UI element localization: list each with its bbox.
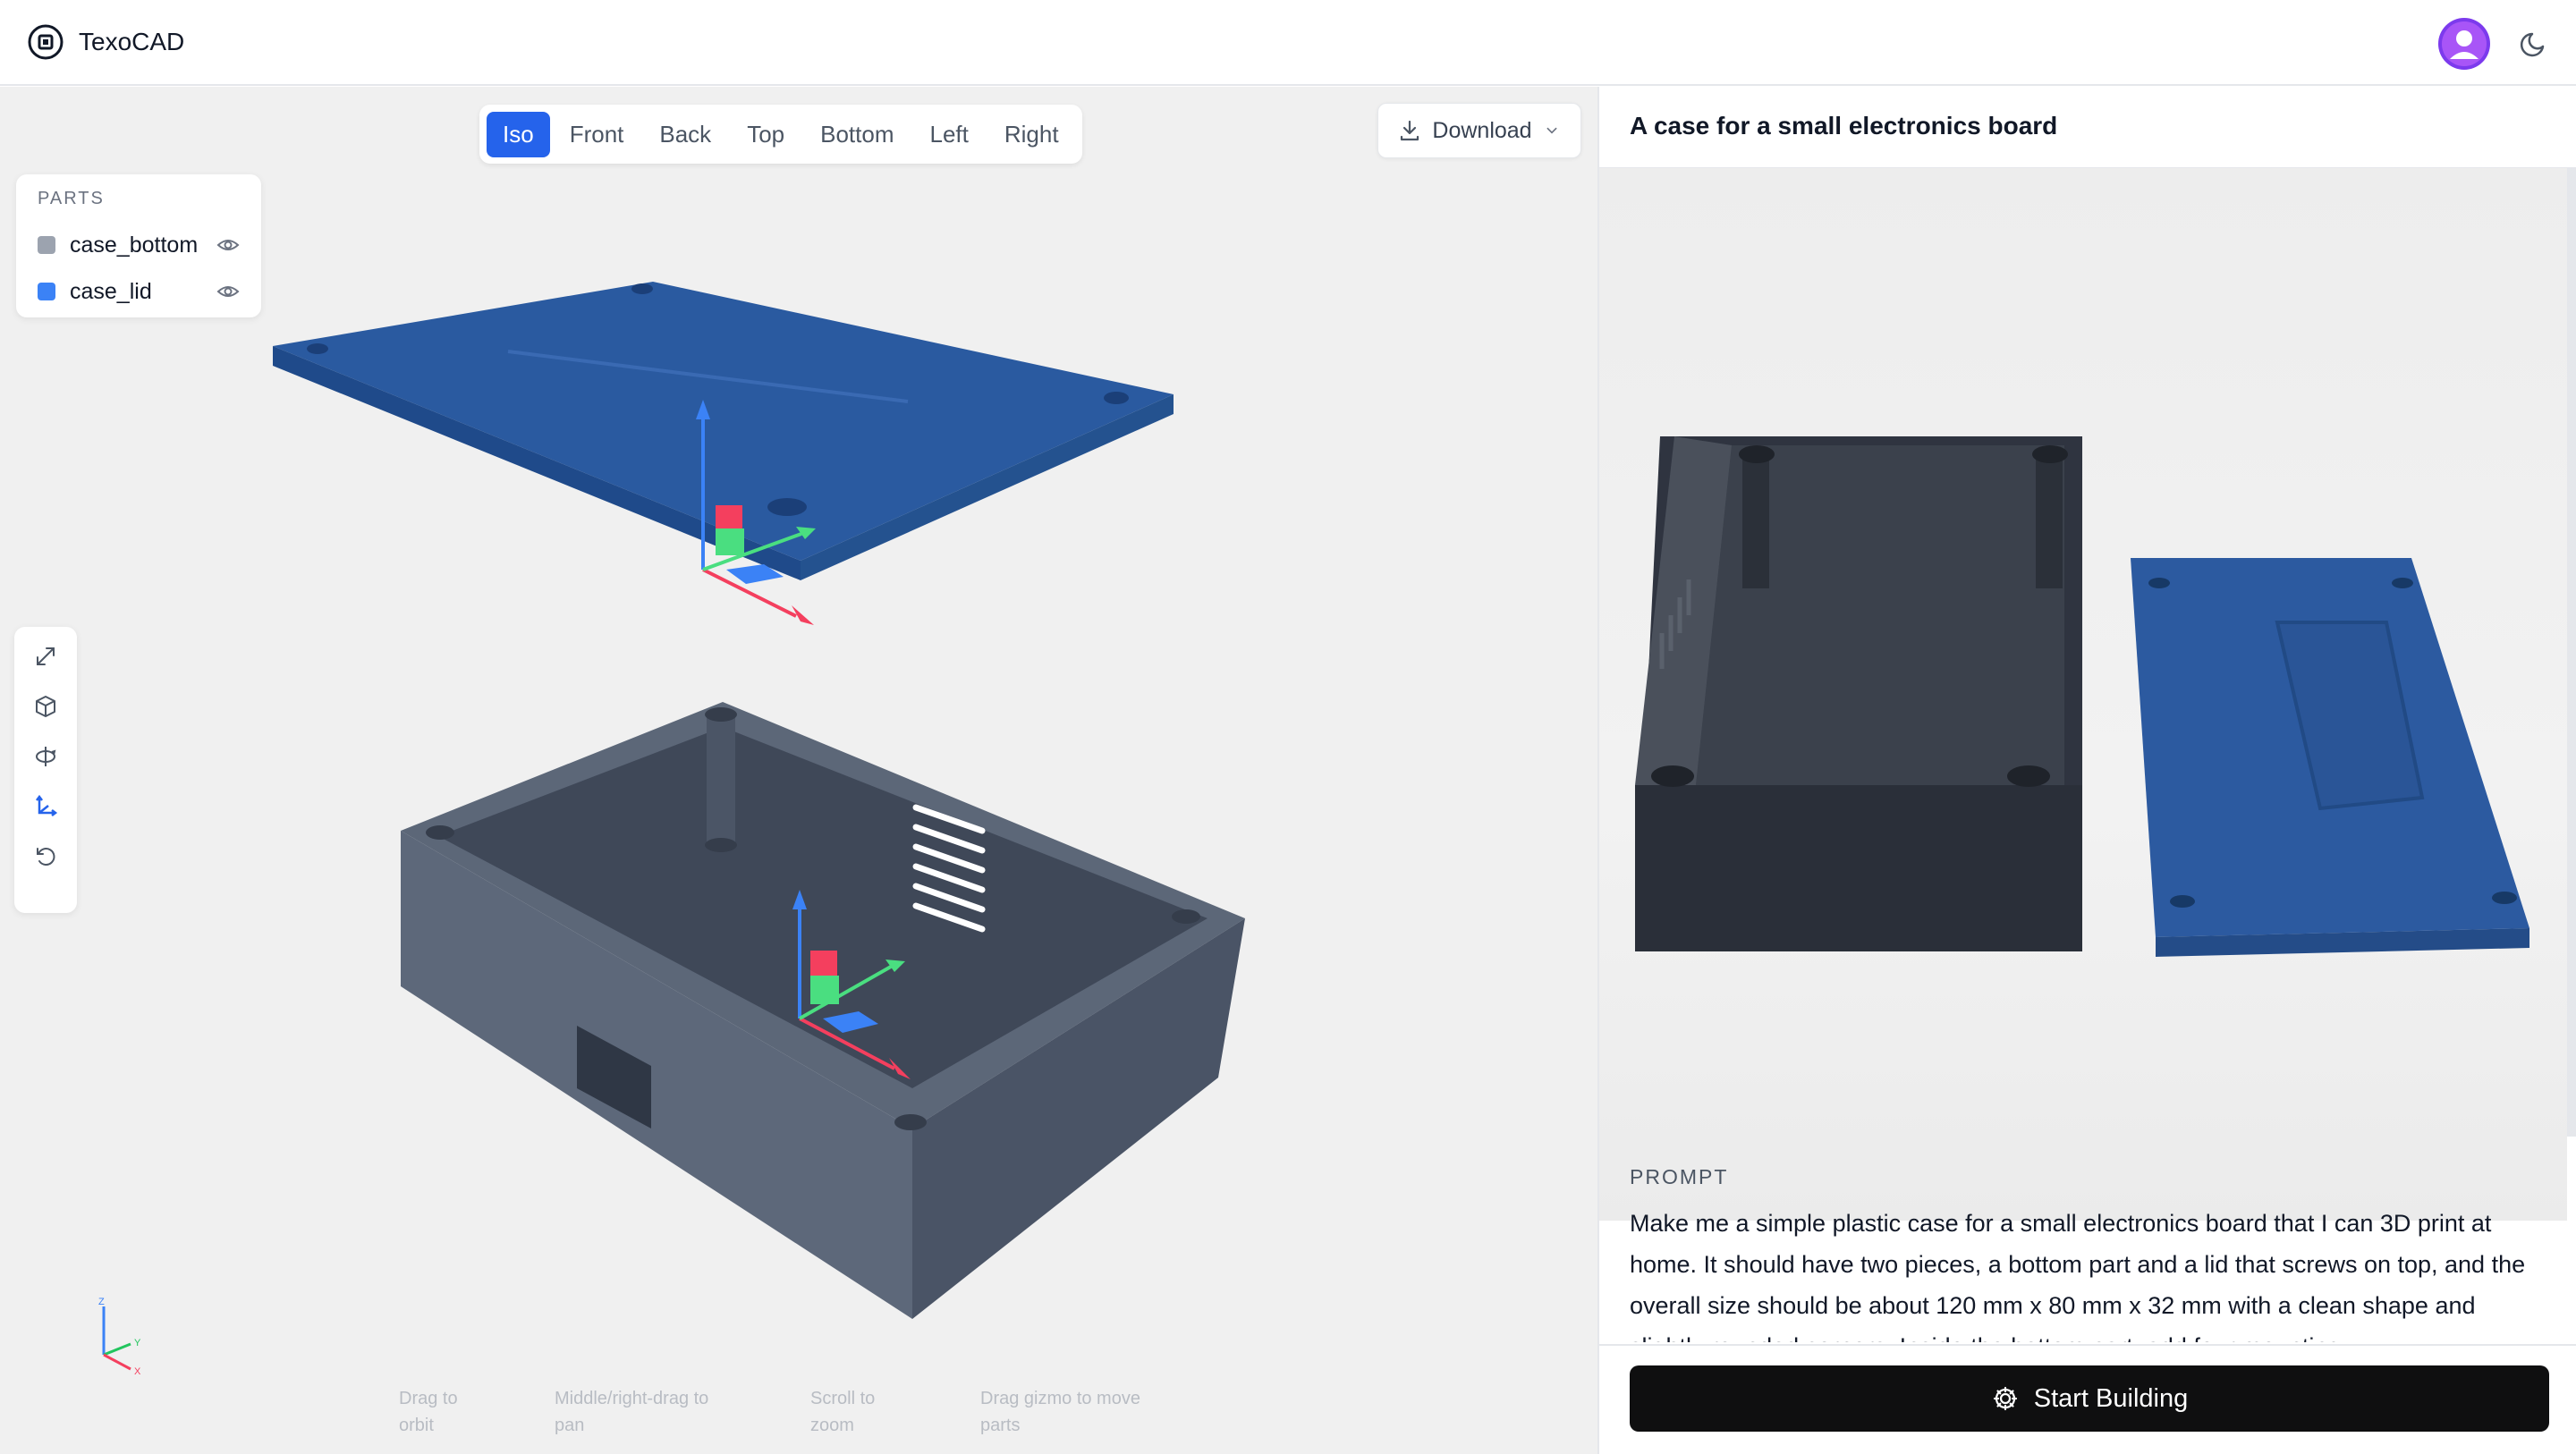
part-row-case-lid[interactable]: case_lid: [38, 268, 240, 315]
reference-render: [1635, 436, 2529, 957]
axes-icon: [36, 794, 58, 816]
part-row-case-bottom[interactable]: case_bottom: [38, 222, 240, 268]
tab-top[interactable]: Top: [731, 112, 801, 157]
cube-view-button[interactable]: [29, 689, 63, 723]
start-building-label: Start Building: [2033, 1383, 2189, 1413]
eye-icon[interactable]: [216, 280, 240, 303]
interaction-hints: Drag to orbit Middle/right-drag to pan Scr…: [399, 1385, 1195, 1439]
download-label: Download: [1432, 117, 1532, 143]
panel-scrollbar[interactable]: [2567, 167, 2576, 1137]
moon-icon[interactable]: [2519, 27, 2551, 59]
tab-bottom[interactable]: Bottom: [804, 112, 910, 157]
panel-title: A case for a small electronics board: [1630, 112, 2058, 139]
brand[interactable]: TexoCAD: [27, 23, 184, 61]
eye-icon[interactable]: [216, 233, 240, 257]
parts-title: PARTS: [38, 189, 105, 208]
axis-z-label: Z: [98, 1297, 105, 1307]
action-bar: Start Building: [1599, 1344, 2576, 1454]
details-panel: A case for a small electronics board PRO…: [1597, 87, 2576, 1454]
part-name: case_lid: [70, 278, 152, 304]
hint-pan: Middle/right-drag to pan: [555, 1389, 709, 1435]
part-color-swatch: [38, 283, 55, 300]
case-bottom-model[interactable]: [401, 702, 1245, 1414]
expand-button[interactable]: [29, 639, 63, 673]
axis-x-label: X: [134, 1366, 141, 1376]
download-icon: [1401, 120, 1419, 141]
view-tabs: Iso Front Back Top Bottom Left Right: [479, 105, 1082, 164]
hint-orbit: Drag to orbit: [399, 1389, 458, 1435]
orbit-icon: [36, 747, 56, 766]
hint-zoom: Scroll to zoom: [810, 1389, 876, 1435]
reset-icon: [37, 848, 55, 866]
orbit-button[interactable]: [29, 740, 63, 773]
reset-view-button[interactable]: [29, 840, 63, 874]
prompt-label: PROMPT: [1630, 1165, 1729, 1188]
tab-back[interactable]: Back: [643, 112, 727, 157]
parts-panel: PARTS case_bottom case_lid: [16, 174, 261, 317]
chevron-down-icon: [1546, 127, 1557, 134]
tab-right[interactable]: Right: [988, 112, 1075, 157]
axis-y-label: Y: [134, 1338, 141, 1348]
prompt-text: Make me a simple plastic case for a smal…: [1630, 1210, 2526, 1342]
gear-icon: [1993, 1386, 2017, 1411]
part-name: case_bottom: [70, 232, 199, 258]
chip-logo-icon: [28, 24, 64, 60]
top-bar: TexoCAD: [0, 0, 2576, 86]
expand-icon: [37, 647, 55, 665]
download-button[interactable]: Download: [1377, 103, 1581, 158]
app-name: TexoCAD: [79, 28, 185, 55]
hint-gizmo: Drag gizmo to move parts: [980, 1389, 1140, 1435]
cad-viewport[interactable]: Iso Front Back Top Bottom Left Right Dow…: [0, 87, 1597, 1454]
axes-button[interactable]: [29, 790, 63, 824]
tab-left[interactable]: Left: [913, 112, 984, 157]
axis-indicator: Z Y X: [98, 1297, 141, 1376]
part-color-swatch: [38, 236, 55, 254]
user-avatar-icon[interactable]: [2438, 18, 2490, 70]
cube-icon: [36, 696, 55, 717]
start-building-button[interactable]: Start Building: [1630, 1365, 2549, 1432]
reference-render-image: [1599, 167, 2567, 1221]
tool-rail: [14, 627, 77, 913]
tab-front[interactable]: Front: [554, 112, 640, 157]
tab-iso[interactable]: Iso: [487, 111, 550, 157]
